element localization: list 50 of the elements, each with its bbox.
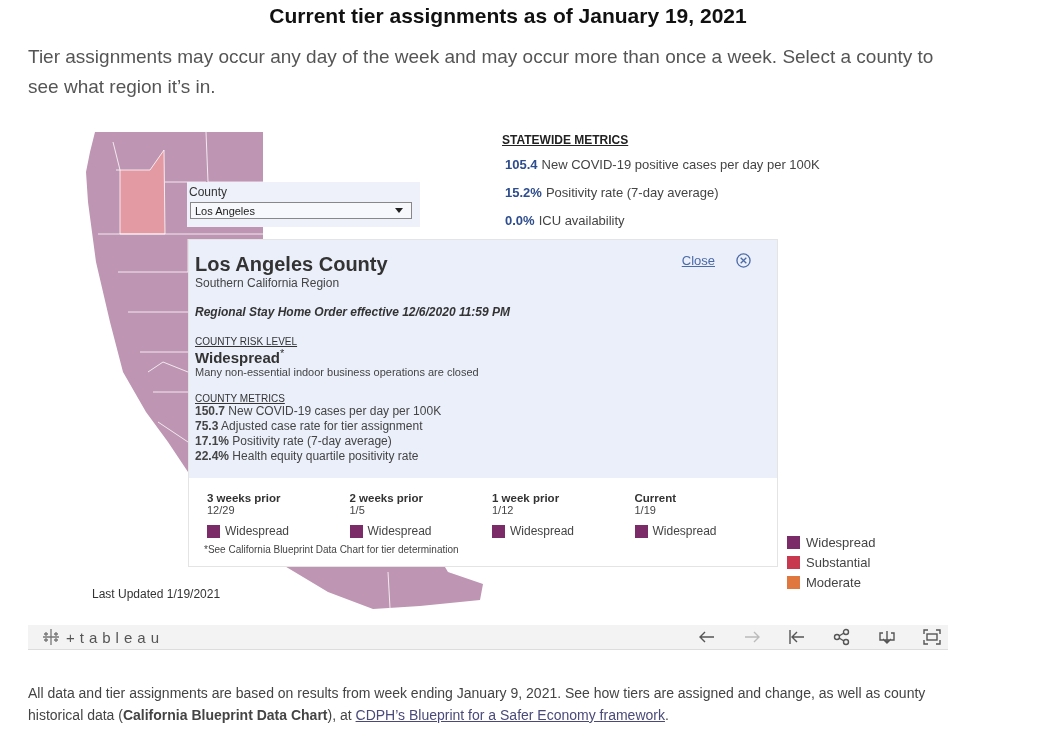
metric-label: ICU availability [538, 213, 625, 228]
legend-label: Substantial [806, 554, 871, 570]
section-title: COUNTY METRICS [195, 393, 285, 404]
tier-label: Widespread [367, 524, 432, 538]
last-updated-text: Last Updated 1/19/2021 [92, 587, 221, 601]
period-date: 1/19 [634, 504, 656, 516]
blueprint-link[interactable]: CDPH’s Blueprint for a Safer Economy framework [355, 707, 665, 723]
period-label: 3 weeks prior [207, 492, 281, 504]
period-date: 12/29 [207, 504, 235, 516]
risk-level: Widespread$^{*}$ [195, 347, 285, 366]
section-title: COUNTY RISK LEVEL [195, 336, 298, 347]
period-label: 1 week prior [492, 492, 560, 504]
county-metric: 22.4% Health equity quartile positivity rate [195, 449, 419, 464]
county-dropdown[interactable]: Los Angeles [190, 202, 412, 219]
tier-label: Widespread [225, 524, 290, 538]
county-title: Los Angeles County [195, 253, 389, 276]
logo-icon [42, 628, 60, 646]
county-metric: 75.3 Adjusted case rate for tier assignment [195, 419, 423, 434]
metric-value: 15.2% [505, 185, 542, 200]
metric-label: Positivity rate (7-day average) [545, 185, 719, 200]
risk-note: Many non-essential indoor business operations are closed [195, 366, 480, 378]
region-text: Southern California Region [195, 276, 341, 290]
revert-button[interactable] [787, 628, 807, 646]
caret-icon [395, 208, 403, 213]
tableau-logo[interactable]: +tableau [66, 628, 164, 646]
intro-text: Tier assignments may occur any day of the week and may occur more than once a week. Select a county to see what region it’s in. [28, 45, 935, 99]
metric-value: 105.4 [505, 157, 538, 172]
legend-label: Moderate [806, 574, 861, 590]
metric-label: New COVID-19 positive cases per day per 100K [541, 157, 820, 172]
filter-label: County [188, 184, 228, 199]
period-label: 2 weeks prior [349, 492, 423, 504]
tier-label: Widespread [652, 524, 717, 538]
tier-label: Widespread [510, 524, 575, 538]
period-date: 1/12 [492, 504, 514, 516]
fullscreen-button[interactable] [922, 628, 942, 646]
page-heading: Current tier assignments as of January 19, 2021 [268, 3, 748, 28]
download-button[interactable] [877, 628, 897, 646]
close-icon[interactable] [736, 253, 751, 268]
county-metric: 150.7 New COVID-19 cases per day per 100K [195, 404, 442, 419]
county-metric: 17.1% Positivity rate (7-day average) [195, 434, 392, 449]
metric-value: 0.0% [505, 213, 535, 228]
close-link[interactable]: Close [681, 253, 715, 268]
period-date: 1/5 [349, 504, 365, 516]
order-text: Regional Stay Home Order effective 12/6/2020 11:59 PM [195, 305, 512, 319]
period-label: Current [634, 492, 677, 504]
section-title: STATEWIDE METRICS [502, 133, 630, 147]
share-button[interactable] [832, 628, 852, 646]
footnote-text: *See California Blueprint Data Chart for tier determination [204, 544, 459, 555]
footer-text: All data and tier assignments are based on results from week ending January 9, 2021. See how tiers are assigned and change, as well as county historical data (California Blueprint Data Chart), at CDPH’s Blueprint for a Safer Economy framework. [28, 684, 927, 725]
legend-label: Widespread [806, 534, 876, 550]
